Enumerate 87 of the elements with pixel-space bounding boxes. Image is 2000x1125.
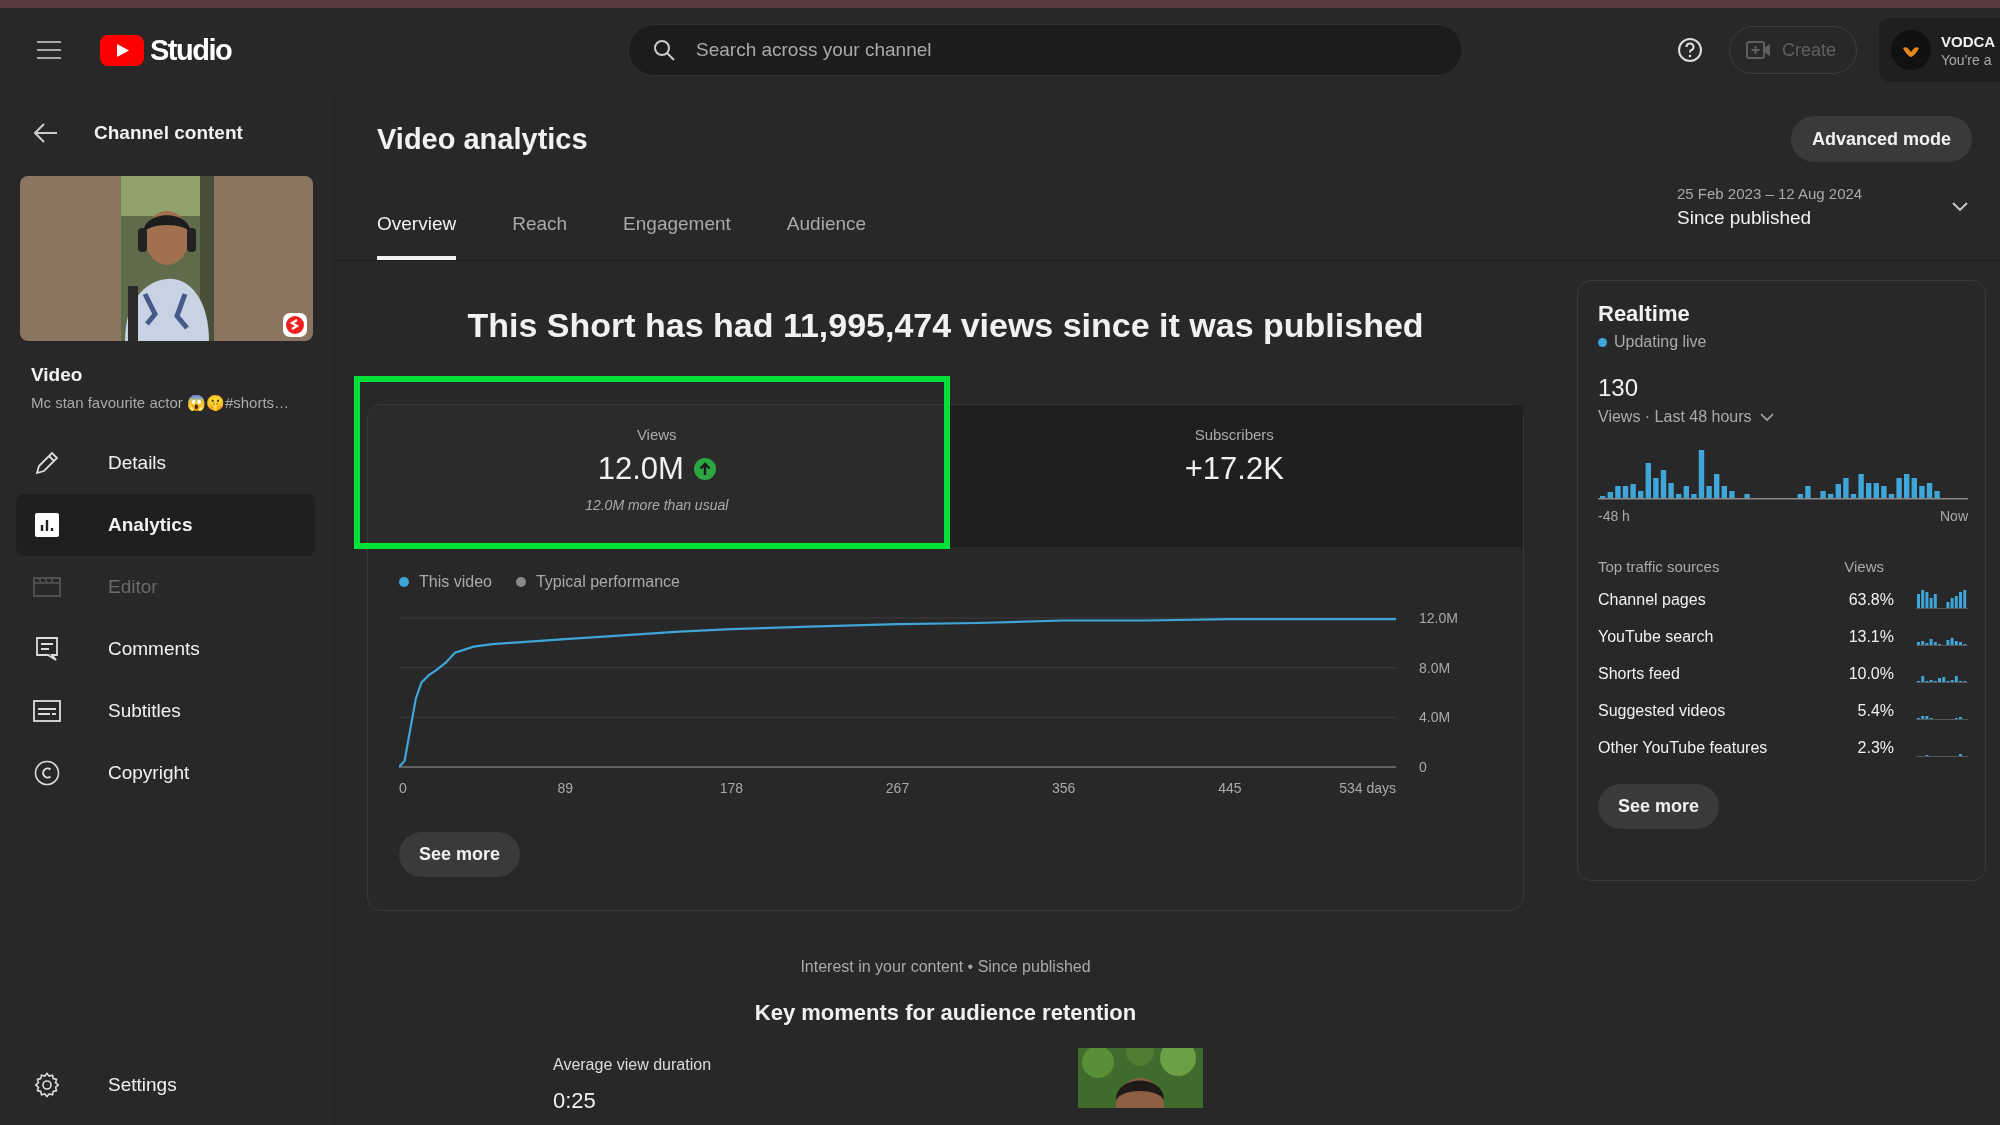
axis-label: 89: [557, 780, 573, 796]
axis-label: 0: [1419, 759, 1427, 775]
film-icon: [32, 577, 62, 597]
period-dropdown[interactable]: Views · Last 48 hours: [1598, 408, 1774, 426]
back-label: Channel content: [94, 122, 243, 144]
metric-note: 12.0M more than usual: [585, 497, 729, 513]
bar: [1820, 491, 1826, 498]
bar: [1805, 486, 1811, 498]
subtitles-icon: [32, 700, 62, 722]
card-title: Realtime: [1598, 301, 1690, 327]
tab[interactable]: Audience: [786, 213, 867, 260]
nav-item[interactable]: Comments: [16, 618, 315, 680]
axis-label: 534 days: [1339, 780, 1396, 796]
legend-label: Typical performance: [535, 573, 680, 591]
see-more-button[interactable]: See more: [1598, 784, 1720, 829]
source-share: 5.4%: [1857, 701, 1894, 720]
axis-label: 4.0M: [1419, 709, 1451, 726]
axis-label: 356: [1052, 780, 1076, 796]
shorts-badge-icon: [283, 313, 307, 337]
axis-label: Now: [1940, 508, 1968, 524]
nav-item[interactable]: Details: [16, 432, 315, 494]
sparkline: [1916, 754, 1968, 757]
axis-label: 0: [399, 780, 407, 796]
back-arrow-icon[interactable]: [34, 123, 58, 143]
chevron-down-icon: [1952, 202, 1968, 212]
studio-logo[interactable]: Studio: [100, 33, 232, 67]
bar: [1729, 491, 1735, 498]
section-title: Key moments for audience retention: [753, 1000, 1138, 1026]
nav-item[interactable]: Analytics: [16, 494, 315, 556]
account-chip[interactable]: VODCA You're a: [1879, 18, 2000, 82]
source-share: 10.0%: [1848, 664, 1894, 683]
search-input[interactable]: Search across your channel: [694, 38, 1462, 62]
avatar: [1891, 30, 1931, 70]
axis-label: -48 h: [1598, 508, 1630, 524]
tab[interactable]: Overview: [377, 213, 457, 260]
sparkline: [1916, 638, 1968, 646]
legend-label: This video: [419, 573, 492, 591]
metric-label: Subscribers: [1194, 426, 1274, 443]
source-share: 63.8%: [1848, 590, 1894, 609]
bar-chart-icon: [32, 513, 62, 537]
account-subtitle: You're a: [1941, 51, 1993, 68]
see-more-button[interactable]: See more: [399, 832, 521, 877]
sparkline: [1916, 590, 1968, 609]
stat-value: 0:25: [553, 1088, 597, 1114]
help-icon[interactable]: [1676, 37, 1703, 63]
account-name: VODCA: [1941, 32, 1996, 50]
video-title: Mc stan favourite actor 😱🤫#shorts…: [31, 394, 291, 412]
axis-label: 445: [1218, 780, 1242, 796]
column-header: Top traffic sources: [1598, 558, 1720, 575]
add-video-icon: [1745, 40, 1772, 60]
source-name: Channel pages: [1598, 590, 1707, 609]
realtime-count: 130: [1598, 374, 1639, 402]
tab[interactable]: Engagement: [623, 213, 731, 260]
section-context: Interest in your content • Since published: [799, 958, 1092, 976]
source-share: 2.3%: [1857, 738, 1894, 757]
nav-item[interactable]: Subtitles: [16, 680, 315, 742]
source-name: YouTube search: [1598, 627, 1715, 646]
headline: This Short has had 11,995,474 views since it was published: [466, 305, 1425, 346]
metric-value: 12.0M: [597, 451, 684, 487]
tab[interactable]: Reach: [512, 213, 568, 260]
metric-value: +17.2K: [1184, 451, 1284, 487]
source-name: Shorts feed: [1598, 664, 1681, 683]
date-range-picker[interactable]: 25 Feb 2023 – 12 Aug 2024 Since published: [1677, 185, 1972, 229]
axis-label: 178: [719, 780, 743, 796]
page-title: Video analytics: [377, 122, 588, 156]
chevron-down-icon: [1759, 412, 1774, 422]
axis-label: 12.0M: [1419, 610, 1458, 626]
stat-label: Average view duration: [553, 1056, 713, 1074]
axis-label: 8.0M: [1419, 659, 1451, 676]
source-name: Other YouTube features: [1598, 738, 1769, 757]
copyright-icon: [32, 760, 62, 786]
settings-item[interactable]: Settings: [16, 1054, 315, 1116]
sparkline: [1916, 716, 1968, 720]
menu-icon[interactable]: [37, 41, 61, 59]
source-share: 13.1%: [1848, 627, 1894, 646]
search-icon: [652, 38, 676, 62]
advanced-mode-button[interactable]: Advanced mode: [1790, 116, 1972, 162]
settings-icon: [32, 1072, 62, 1098]
nav-item[interactable]: Copyright: [16, 742, 315, 804]
video-label: Video: [31, 364, 84, 386]
column-header: Views: [1844, 558, 1884, 575]
search-field[interactable]: Search across your channel: [628, 24, 1463, 76]
axis-label: 267: [885, 780, 910, 796]
metric-label: Views: [636, 426, 677, 443]
source-name: Suggested videos: [1598, 701, 1727, 720]
live-status: Updating live: [1614, 333, 1707, 351]
sparkline: [1916, 676, 1968, 683]
